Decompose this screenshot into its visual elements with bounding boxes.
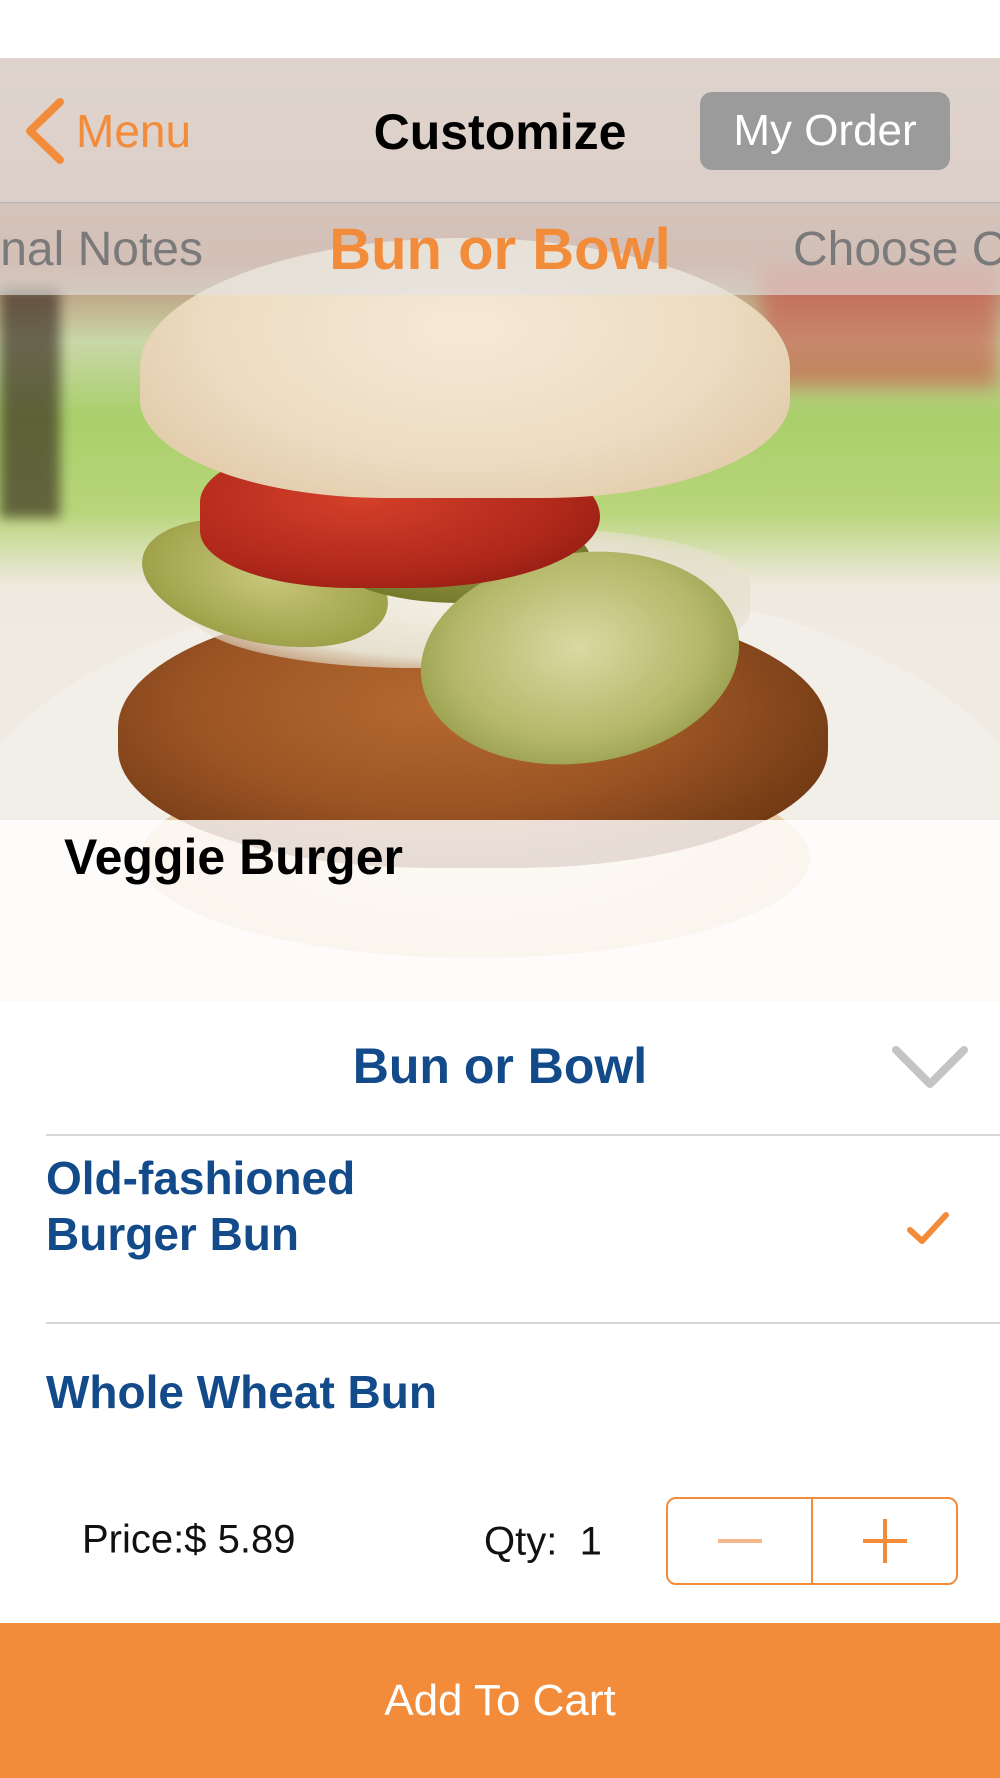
tab-choose-cheese[interactable]: Choose C <box>793 203 1000 295</box>
tab-active-label: Bun or Bowl <box>329 216 671 282</box>
my-order-button[interactable]: My Order <box>700 92 950 170</box>
option-whole-wheat-bun[interactable]: Whole Wheat Bun <box>0 1324 1000 1464</box>
bun-or-bowl-section-header[interactable]: Bun or Bowl <box>0 1002 1000 1134</box>
option-label-line1: Old-fashioned <box>46 1152 356 1204</box>
tab-additional-notes[interactable]: nal Notes <box>0 203 203 295</box>
category-tab-strip[interactable]: nal Notes Bun or Bowl Choose C <box>0 203 1000 295</box>
back-label: Menu <box>76 105 192 157</box>
option-label: Old-fashioned Burger Bun <box>46 1150 355 1262</box>
chevron-left-icon <box>26 98 64 164</box>
chevron-down-icon <box>892 1046 968 1088</box>
option-old-fashioned-burger-bun[interactable]: Old-fashioned Burger Bun <box>0 1136 1000 1322</box>
increase-quantity-button[interactable] <box>811 1499 956 1583</box>
back-to-menu-button[interactable]: Menu <box>22 96 191 166</box>
price-label: Price:$ 5.89 <box>82 1517 296 1562</box>
add-to-cart-button[interactable]: Add To Cart <box>0 1623 1000 1778</box>
section-title: Bun or Bowl <box>352 1038 648 1094</box>
quantity-stepper[interactable] <box>666 1497 958 1585</box>
plus-icon <box>862 1519 907 1563</box>
quantity-label: Qty: 1 <box>484 1519 602 1564</box>
item-name: Veggie Burger <box>64 829 403 885</box>
minus-icon <box>717 1539 762 1543</box>
decrease-quantity-button[interactable] <box>668 1499 811 1583</box>
option-label: Whole Wheat Bun <box>46 1366 437 1418</box>
price-quantity-row: Price:$ 5.89 Qty: 1 <box>0 1480 1000 1600</box>
checkmark-icon <box>907 1212 949 1244</box>
option-label-line2: Burger Bun <box>46 1208 299 1260</box>
status-bar <box>0 0 1000 58</box>
